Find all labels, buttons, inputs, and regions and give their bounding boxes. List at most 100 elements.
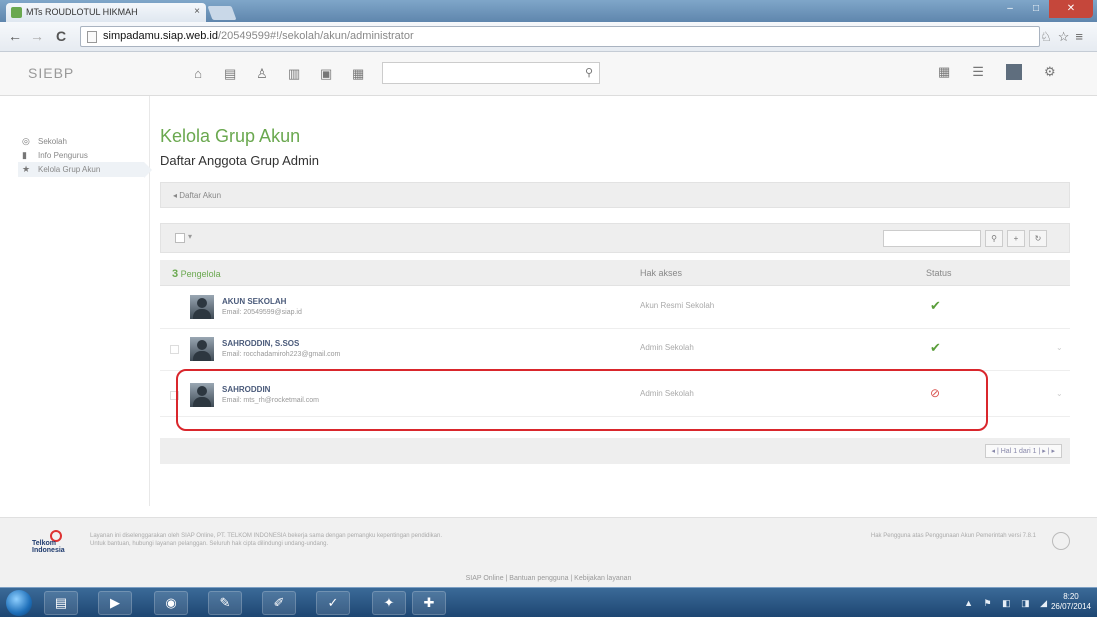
grid-icon[interactable]: ▦ — [938, 64, 950, 80]
filter-bar: ▾ ⚲ + ↻ — [160, 223, 1070, 253]
row-menu-icon[interactable]: ⌄ — [1056, 343, 1063, 352]
footer-right-text: Hak Pengguna atas Penggunaan Akun Pemeri… — [870, 533, 1036, 539]
back-icon[interactable]: ← — [8, 28, 22, 44]
start-button[interactable] — [6, 590, 32, 616]
user-name[interactable]: AKUN SEKOLAH — [222, 297, 286, 306]
telkom-logo: Telkom Indonesia — [32, 530, 68, 554]
avatar — [190, 337, 214, 361]
user-role: Admin Sekolah — [640, 343, 694, 352]
paint-icon[interactable]: ✎ — [208, 591, 242, 615]
breadcrumb: ◂ Daftar Akun — [160, 182, 1070, 208]
user-avatar[interactable] — [1005, 64, 1022, 80]
excel-icon[interactable]: ✚ — [412, 591, 446, 615]
building-icon[interactable]: ▦ — [352, 66, 364, 82]
toolbar-right-icons[interactable]: ♘☆≡ — [1040, 29, 1089, 45]
sidebar-item-sekolah[interactable]: ◎ Sekolah — [22, 136, 67, 147]
column-header-status: Status — [926, 268, 952, 278]
page-icon — [87, 31, 97, 43]
refresh-button[interactable]: ↻ — [1029, 230, 1047, 247]
check-icon: ✔ — [930, 340, 941, 355]
tab-close-icon[interactable]: × — [194, 6, 200, 17]
users-icon[interactable]: ♙ — [256, 66, 268, 82]
select-all-checkbox[interactable] — [175, 233, 185, 243]
highlight-annotation — [176, 369, 988, 431]
browser-toolbar: ← → C simpadamu.siap.web.id/20549599#!/s… — [0, 22, 1097, 52]
home-icon[interactable]: ⌂ — [192, 66, 204, 82]
star-icon: ★ — [22, 164, 31, 174]
minimize-button[interactable]: – — [997, 0, 1023, 18]
table-header: 3 Pengelola Hak akses Status — [160, 260, 1070, 286]
table-row[interactable]: SAHRODDIN, S.SOS Email: rocchadamiroh223… — [160, 329, 1070, 371]
forward-icon[interactable]: → — [30, 28, 44, 44]
close-window-button[interactable]: ✕ — [1049, 0, 1093, 18]
member-count: 3 Pengelola — [172, 268, 221, 280]
page-subtitle: Daftar Anggota Grup Admin — [160, 153, 319, 168]
sidebar-item-info-pengurus[interactable]: ▮ Info Pengurus — [22, 150, 88, 161]
user-email: Email: rocchadamiroh223@gmail.com — [222, 351, 341, 358]
footer: Telkom Indonesia Layanan ini diselenggar… — [0, 517, 1097, 587]
logo-text: Telkom Indonesia — [32, 540, 65, 554]
sidebar-item-label: Sekolah — [38, 137, 67, 146]
pagination-bar: ◂ | Hal 1 dari 1 | ▸ | ▸ — [160, 438, 1070, 464]
info-icon: ▮ — [22, 150, 27, 160]
paper-icon[interactable]: ✓ — [316, 591, 350, 615]
clock-date: 26/07/2014 — [1050, 602, 1091, 611]
search-button[interactable]: ⚲ — [985, 230, 1003, 247]
chevron-down-icon[interactable]: ▾ — [188, 232, 192, 241]
folder-icon[interactable]: ▤ — [44, 591, 78, 615]
favicon-icon — [11, 7, 22, 18]
sidebar-item-label: Kelola Grup Akun — [38, 165, 101, 174]
pdf-icon[interactable]: ✦ — [372, 591, 406, 615]
user-role: Akun Resmi Sekolah — [640, 301, 715, 310]
header-right-icons: ▦ ☰ ⚙ — [938, 64, 1056, 80]
maximize-button[interactable]: □ — [1023, 0, 1049, 18]
filter-input[interactable] — [883, 230, 981, 247]
browser-tab[interactable]: MTs ROUDLOTUL HIKMAH × — [6, 3, 206, 22]
breadcrumb-daftar-akun[interactable]: ◂ Daftar Akun — [173, 191, 221, 200]
avatar — [190, 295, 214, 319]
url-path: /20549599#!/sekolah/akun/administrator — [217, 30, 414, 42]
app-nav-icons: ⌂ ▤ ♙ ▥ ▣ ▦ — [192, 66, 364, 82]
chrome-icon[interactable]: ◉ — [154, 591, 188, 615]
check-icon: ✔ — [930, 298, 941, 313]
browser-titlebar: MTs ROUDLOTUL HIKMAH × – □ ✕ — [0, 0, 1097, 22]
app-header: SIEBP ⌂ ▤ ♙ ▥ ▣ ▦ ⚲ ▦ ☰ ⚙ — [0, 52, 1097, 96]
clock-time: 8:20 — [1063, 592, 1079, 601]
school-icon: ◎ — [22, 136, 30, 146]
pagination[interactable]: ◂ | Hal 1 dari 1 | ▸ | ▸ — [984, 444, 1062, 458]
user-email: Email: 20549599@siap.id — [222, 309, 302, 316]
member-count-number: 3 — [172, 268, 179, 280]
row-menu-icon[interactable]: ⌄ — [1056, 389, 1063, 398]
new-tab-button[interactable] — [207, 6, 237, 20]
member-count-label: Pengelola — [180, 269, 221, 279]
footer-links[interactable]: SIAP Online | Bantuan pengguna | Kebijak… — [0, 575, 1097, 582]
reload-icon[interactable]: C — [56, 28, 66, 44]
system-tray[interactable]: ▲ ⚑ ◧ ◨ ◢ — [964, 598, 1051, 609]
add-button[interactable]: + — [1007, 230, 1025, 247]
table-row[interactable]: AKUN SEKOLAH Email: 20549599@siap.id Aku… — [160, 287, 1070, 329]
user-name[interactable]: SAHRODDIN, S.SOS — [222, 339, 299, 348]
sidebar-item-kelola-grup-akun[interactable]: ★ Kelola Grup Akun — [18, 162, 152, 178]
list-icon[interactable]: ☰ — [972, 64, 984, 80]
app-search-input[interactable]: ⚲ — [382, 62, 600, 84]
sidebar: ◎ Sekolah ▮ Info Pengurus ★ Kelola Grup … — [0, 96, 152, 506]
page-title: Kelola Grup Akun — [160, 126, 301, 146]
url-domain: simpadamu.siap.web.id — [103, 30, 218, 42]
document-icon[interactable]: ▣ — [320, 66, 332, 82]
clock[interactable]: 8:20 26/07/2014 — [1051, 592, 1091, 612]
search-icon[interactable]: ⚲ — [585, 66, 593, 79]
column-header-role: Hak akses — [640, 268, 683, 278]
address-bar[interactable]: simpadamu.siap.web.id/20549599#!/sekolah… — [80, 26, 1040, 47]
settings-icon[interactable]: ⚙ — [1044, 64, 1056, 80]
app-logo[interactable]: SIEBP — [28, 65, 74, 81]
book-icon[interactable]: ▤ — [224, 66, 236, 82]
calendar-icon[interactable]: ▥ — [288, 66, 300, 82]
window-controls: – □ ✕ — [997, 0, 1093, 19]
footer-text: Layanan ini diselenggarakan oleh SIAP On… — [90, 533, 442, 547]
notes-icon[interactable]: ✐ — [262, 591, 296, 615]
row-checkbox[interactable] — [170, 345, 179, 354]
globe-icon — [1052, 532, 1070, 550]
sidebar-item-label: Info Pengurus — [38, 151, 88, 160]
tab-title: MTs ROUDLOTUL HIKMAH — [26, 7, 138, 17]
media-icon[interactable]: ▶ — [98, 591, 132, 615]
